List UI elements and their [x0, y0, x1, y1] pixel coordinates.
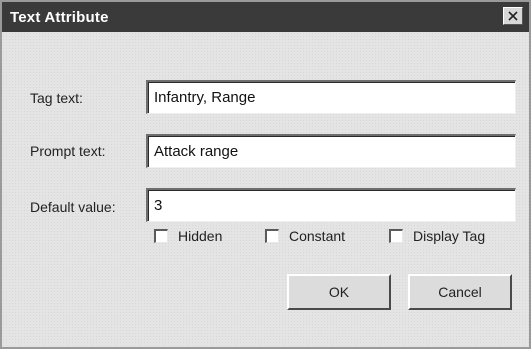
prompt-text-label: Prompt text:	[30, 143, 106, 159]
tag-text-label: Tag text:	[30, 90, 83, 106]
default-value-input[interactable]: 3	[146, 188, 516, 222]
constant-option[interactable]: Constant	[265, 228, 345, 244]
display-tag-option[interactable]: Display Tag	[389, 228, 485, 244]
display-tag-label: Display Tag	[413, 228, 486, 244]
title-bar[interactable]: Text Attribute	[2, 2, 529, 32]
cancel-button[interactable]: Cancel	[408, 274, 512, 310]
default-value-label: Default value:	[30, 199, 116, 215]
hidden-checkbox[interactable]	[154, 229, 168, 243]
hidden-label: Hidden	[178, 228, 223, 244]
constant-checkbox[interactable]	[265, 229, 279, 243]
hidden-option[interactable]: Hidden	[154, 228, 222, 244]
close-button[interactable]	[503, 7, 523, 25]
constant-label: Constant	[289, 228, 346, 244]
close-icon	[508, 11, 518, 21]
text-attribute-dialog: Text Attribute Tag text: Infantry, Range…	[0, 0, 531, 349]
dialog-title: Text Attribute	[10, 8, 109, 26]
ok-button[interactable]: OK	[287, 274, 391, 310]
display-tag-checkbox[interactable]	[389, 229, 403, 243]
tag-text-input[interactable]: Infantry, Range	[146, 80, 516, 114]
prompt-text-input[interactable]: Attack range	[146, 134, 516, 168]
